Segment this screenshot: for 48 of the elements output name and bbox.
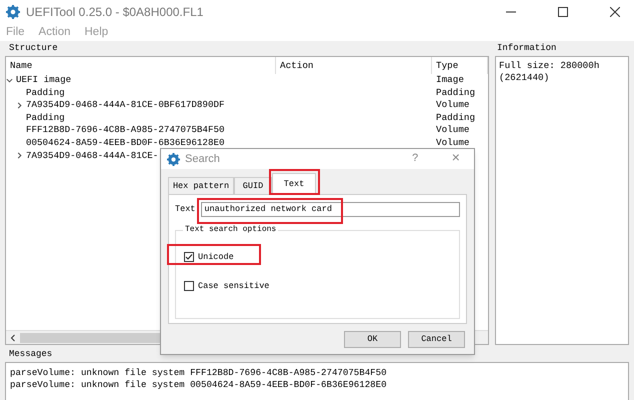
- help-button[interactable]: ?: [412, 150, 419, 168]
- panel-title: Information: [496, 42, 558, 55]
- dialog-button[interactable]: OK: [344, 331, 401, 348]
- panel-title: Structure: [8, 42, 59, 55]
- field-label: Text: [175, 203, 196, 216]
- chevron-right-icon[interactable]: [16, 152, 23, 160]
- tree-item[interactable]: Padding: [26, 86, 65, 100]
- gear-icon: [6, 5, 20, 19]
- type-cell-text: Volume: [435, 99, 470, 112]
- tree-item[interactable]: 7A9354D9-0468-444A-81CE-: [26, 150, 158, 162]
- column-header[interactable]: Name: [6, 57, 276, 74]
- dialog-button[interactable]: Cancel: [408, 331, 465, 348]
- chevron-right-icon[interactable]: [16, 102, 23, 109]
- group-title: Text search options: [183, 224, 278, 236]
- info-text: Full size: 280000h: [499, 60, 600, 72]
- tree-item[interactable]: UEFI image: [16, 74, 72, 87]
- column-header[interactable]: Type: [432, 57, 488, 74]
- type-cell-text: Image: [435, 74, 465, 87]
- column-header[interactable]: Action: [276, 57, 432, 74]
- type-cell-text: Padding: [435, 86, 476, 100]
- tab[interactable]: Hex pattern: [168, 177, 234, 194]
- type-cell-text: Volume: [435, 124, 470, 137]
- highlight-frame: [269, 169, 320, 195]
- close-icon[interactable]: [610, 7, 620, 17]
- text-field[interactable]: unauthorized network card: [201, 202, 460, 217]
- tree-item[interactable]: 7A9354D9-0468-444A-81CE-0BF617D890DF: [26, 99, 224, 112]
- close-button[interactable]: ×: [452, 148, 460, 170]
- maximize-icon[interactable]: [558, 7, 568, 17]
- checkbox[interactable]: [184, 281, 194, 291]
- message-line: parseVolume: unknown file system 00504624-8A59-4EEB-BD0F-6B36E96128E0: [10, 379, 388, 392]
- info-text: (2621440): [499, 72, 550, 84]
- scroll-left-icon[interactable]: [9, 334, 17, 342]
- tree-item[interactable]: 00504624-8A59-4EEB-BD0F-6B36E96128E0: [26, 136, 224, 150]
- tab[interactable]: GUID: [234, 177, 272, 194]
- checkbox-label: Case sensitive: [198, 280, 270, 292]
- type-cell-text: Volume: [435, 136, 470, 150]
- type-cell-text: Padding: [435, 112, 476, 124]
- tree-item[interactable]: Padding: [26, 112, 65, 124]
- tab[interactable]: Text: [272, 173, 316, 194]
- panel-title: Messages: [8, 348, 54, 361]
- dialog-title: Search: [185, 152, 220, 167]
- tree-item[interactable]: FFF12B8D-7696-4C8B-A985-2747075B4F50: [26, 124, 224, 137]
- gear-icon: [167, 152, 180, 166]
- chevron-down-icon[interactable]: [6, 76, 13, 84]
- window-title: UEFITool 0.25.0 - $0A8H000.FL1: [26, 4, 204, 21]
- checkbox[interactable]: [184, 252, 194, 262]
- checkbox-label: Unicode: [198, 250, 234, 264]
- message-line: parseVolume: unknown file system FFF12B8D-7696-4C8B-A985-2747075B4F50: [10, 367, 388, 380]
